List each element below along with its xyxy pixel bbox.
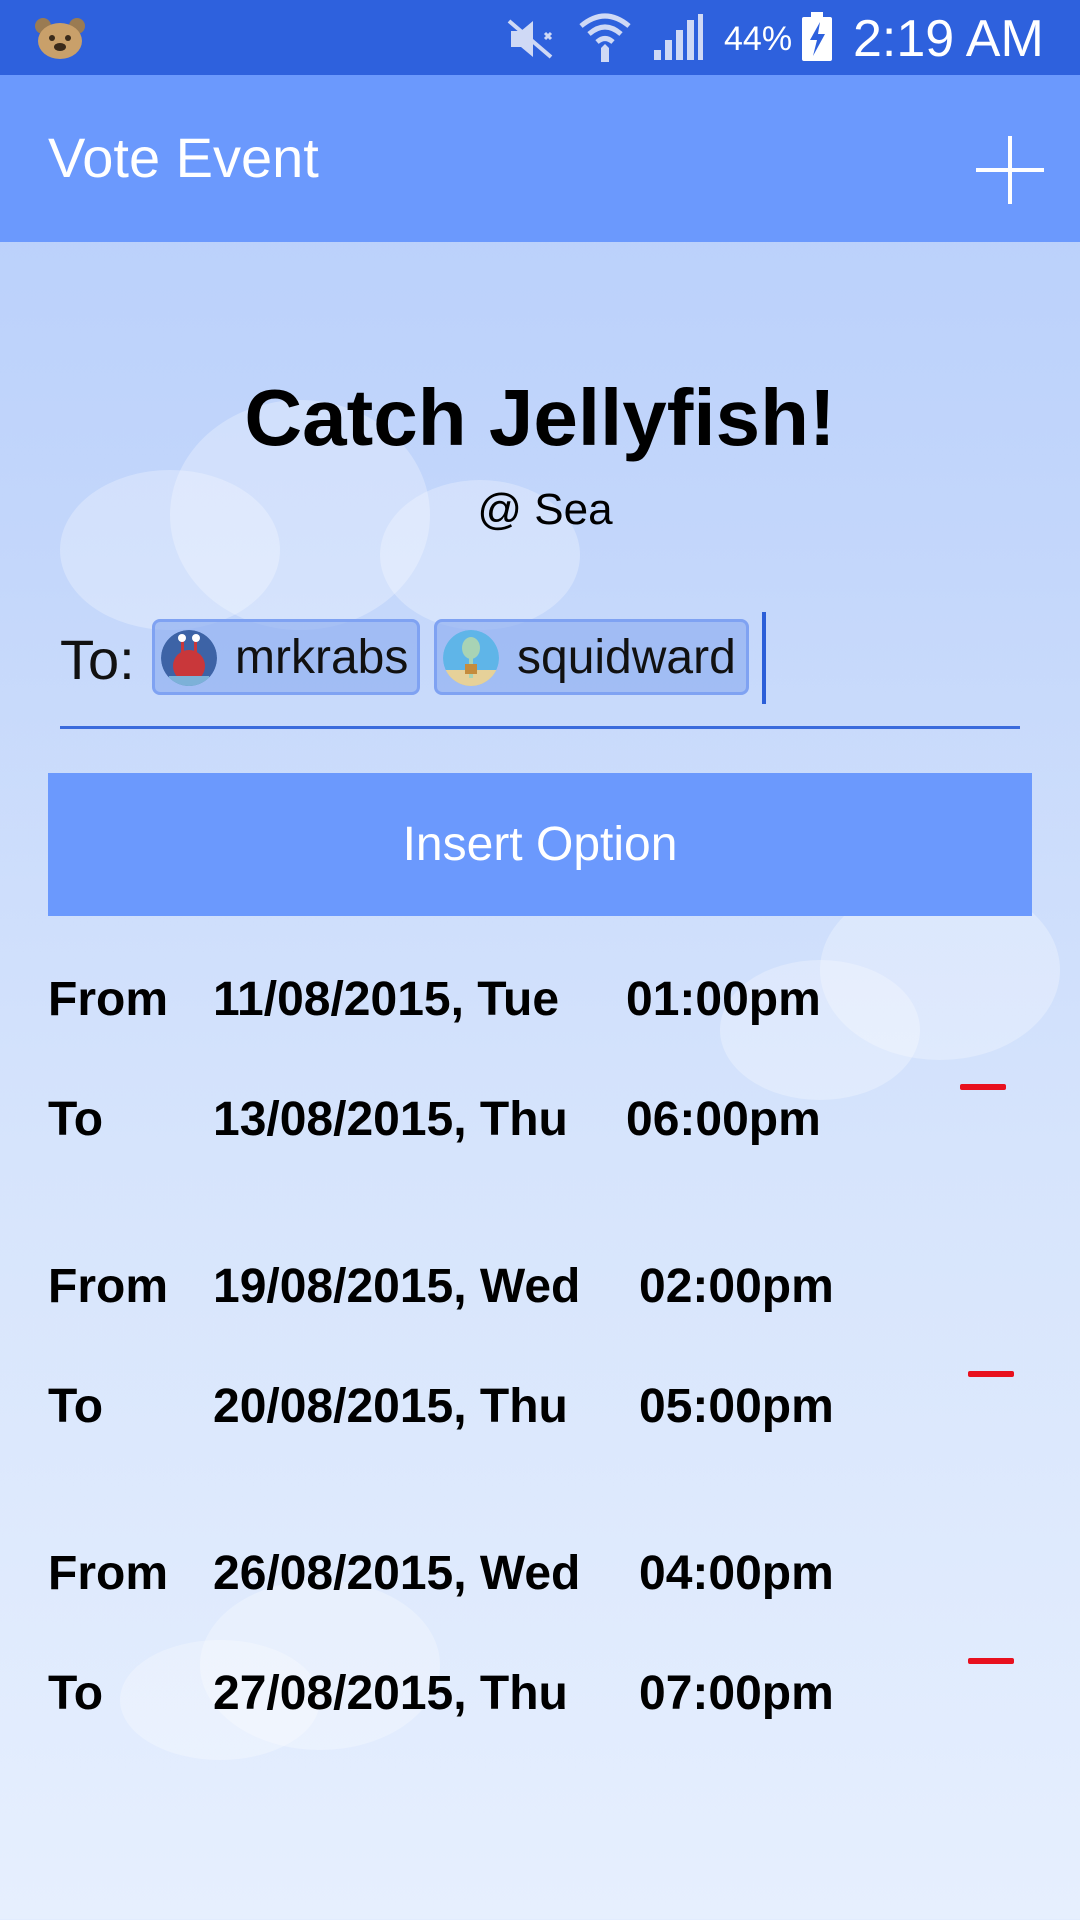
event-location: @ Sea	[477, 485, 613, 534]
recipients-input-underline	[60, 726, 1020, 729]
insert-option-button[interactable]: Insert Option	[48, 773, 1032, 916]
to-label: To	[48, 1667, 104, 1720]
recipient-chip-squidward[interactable]: squidward	[434, 619, 749, 695]
battery-percent: 44%	[724, 20, 793, 58]
add-icon[interactable]	[968, 128, 1052, 212]
from-label: From	[48, 973, 168, 1026]
from-date[interactable]: 11/08/2015, Tue	[213, 972, 559, 1027]
chip-label: squidward	[517, 631, 736, 684]
mute-icon	[507, 19, 553, 59]
to-time[interactable]: 05:00pm	[639, 1379, 834, 1434]
from-label: From	[48, 1260, 168, 1313]
signal-icon	[654, 14, 703, 60]
to-date[interactable]: 20/08/2015, Thu	[213, 1379, 568, 1434]
from-label: From	[48, 1547, 168, 1600]
remove-option-button[interactable]	[960, 1084, 1006, 1090]
page-title: Vote Event	[48, 126, 319, 189]
avatar	[443, 630, 499, 686]
from-date[interactable]: 26/08/2015, Wed	[213, 1546, 580, 1601]
to-date[interactable]: 13/08/2015, Thu	[213, 1092, 568, 1147]
recipients-label: To:	[60, 628, 135, 691]
event-title: Catch Jellyfish!	[244, 373, 836, 462]
to-time[interactable]: 07:00pm	[639, 1666, 834, 1721]
recipient-chip-mrkrabs[interactable]: mrkrabs	[152, 619, 420, 695]
remove-option-button[interactable]	[968, 1658, 1014, 1664]
from-time[interactable]: 02:00pm	[639, 1259, 834, 1314]
status-bar: 44% 2:19 AM	[0, 0, 1080, 75]
battery-charging-icon	[802, 12, 832, 61]
wifi-icon	[579, 13, 631, 62]
avatar	[161, 630, 217, 686]
from-date[interactable]: 19/08/2015, Wed	[213, 1259, 580, 1314]
to-time[interactable]: 06:00pm	[626, 1092, 821, 1147]
remove-option-button[interactable]	[968, 1371, 1014, 1377]
from-time[interactable]: 04:00pm	[639, 1546, 834, 1601]
bear-app-icon	[35, 18, 85, 59]
to-date[interactable]: 27/08/2015, Thu	[213, 1666, 568, 1721]
to-label: To	[48, 1093, 104, 1146]
chip-label: mrkrabs	[235, 631, 409, 684]
to-label: To	[48, 1380, 104, 1433]
clock: 2:19 AM	[853, 10, 1044, 68]
text-cursor[interactable]	[762, 612, 766, 704]
from-time[interactable]: 01:00pm	[626, 972, 821, 1027]
